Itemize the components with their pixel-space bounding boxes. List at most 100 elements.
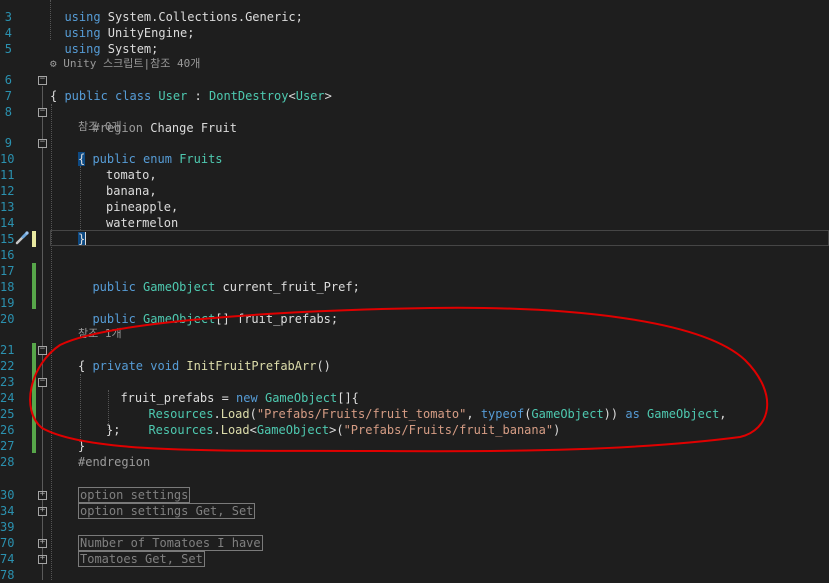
region-directive: #endregion: [78, 455, 151, 469]
brace: };: [106, 423, 121, 437]
codelens-references[interactable]: 참조 0개: [78, 119, 122, 135]
fold-minus-icon[interactable]: −: [38, 138, 47, 148]
line-number: 26: [0, 423, 15, 437]
punct: (): [316, 359, 331, 373]
brace: }: [78, 439, 86, 453]
code-line-26[interactable]: };: [106, 422, 120, 438]
collapsed-region-label[interactable]: option settings Get, Set: [78, 503, 256, 519]
code-line-11[interactable]: tomato,: [106, 167, 157, 183]
region-name: Change Fruit: [150, 121, 237, 135]
code-line-4[interactable]: using System;: [50, 25, 158, 57]
type-name: User: [295, 89, 325, 103]
fold-minus-icon[interactable]: −: [38, 107, 47, 117]
line-number: 16: [0, 248, 15, 262]
line-number: 11: [0, 168, 15, 182]
line-number: 12: [0, 184, 15, 198]
keyword: private: [92, 359, 144, 373]
change-bar-yellow: [32, 231, 36, 247]
type-name: DontDestroy: [209, 89, 289, 103]
punct: .: [213, 423, 221, 437]
line-number: 7: [4, 89, 12, 103]
enum-member: tomato,: [106, 168, 157, 182]
code-line-10[interactable]: {: [78, 151, 86, 167]
code-line-14[interactable]: watermelon: [106, 215, 178, 231]
line-number: 22: [0, 359, 15, 373]
fold-minus-icon[interactable]: −: [38, 75, 47, 85]
fold-plus-icon[interactable]: +: [38, 506, 47, 516]
keyword: as: [625, 407, 640, 421]
codelens-references[interactable]: 참조 1개: [78, 326, 122, 342]
fold-plus-icon[interactable]: +: [38, 538, 47, 548]
punct: :: [187, 89, 209, 103]
code-line-28[interactable]: #endregion: [78, 454, 150, 470]
fold-minus-icon[interactable]: −: [38, 377, 47, 387]
punct: ,: [719, 407, 727, 421]
code-line-25[interactable]: Resources.Load<GameObject>("Prefabs/Frui…: [134, 406, 560, 438]
line-number: 14: [0, 216, 15, 230]
line-number: 39: [0, 520, 15, 534]
line-number: 17: [0, 264, 15, 278]
keyword: void: [150, 359, 180, 373]
field-name: [] fruit_prefabs;: [215, 312, 339, 326]
code-line-17[interactable]: public GameObject current_fruit_Pref;: [78, 263, 359, 295]
fold-plus-icon[interactable]: +: [38, 490, 47, 500]
code-line-22[interactable]: {: [78, 358, 85, 374]
line-number: 70: [0, 536, 15, 550]
code-line-7[interactable]: {: [50, 88, 57, 104]
collapsed-region[interactable]: Number of Tomatoes I have: [78, 535, 263, 551]
line-number: 15: [0, 232, 15, 246]
string-literal: "Prefabs/Fruits/fruit_banana": [343, 423, 554, 437]
line-number: 18: [0, 280, 15, 294]
code-line-19[interactable]: public GameObject[] fruit_prefabs;: [78, 295, 338, 327]
line-number: 13: [0, 200, 15, 214]
method-name: InitFruitPrefabArr: [186, 359, 317, 373]
code-line-13[interactable]: pineapple,: [106, 199, 178, 215]
code-line-27[interactable]: }: [78, 438, 85, 454]
line-number: 8: [4, 105, 12, 119]
line-number: 20: [0, 312, 15, 326]
line-number: 25: [0, 407, 15, 421]
collapsed-region-label[interactable]: option settings: [78, 487, 191, 503]
line-number: 23: [0, 375, 15, 389]
line-number: 19: [0, 296, 15, 310]
indent-guide: [80, 166, 81, 230]
type-name: Resources: [148, 423, 214, 437]
current-line-highlight: [50, 230, 829, 246]
collapsed-region-label[interactable]: Number of Tomatoes I have: [78, 535, 263, 551]
type-name: GameObject: [143, 312, 216, 326]
brace: {: [78, 359, 86, 373]
type-name: GameObject: [143, 280, 216, 294]
collapsed-region-label[interactable]: Tomatoes Get, Set: [78, 551, 205, 567]
screwdriver-brush-icon[interactable]: [14, 230, 30, 246]
punct: <: [288, 89, 296, 103]
enum-member: banana,: [106, 184, 157, 198]
keyword: enum: [143, 152, 172, 166]
code-line-6[interactable]: public class User : DontDestroy<User>: [50, 72, 331, 104]
enum-member: watermelon: [106, 216, 179, 230]
fold-minus-icon[interactable]: −: [38, 345, 47, 355]
punct: ): [553, 423, 561, 437]
code-line-12[interactable]: banana,: [106, 183, 157, 199]
code-line-21[interactable]: private void InitFruitPrefabArr(): [78, 342, 331, 374]
codelens-unity-references[interactable]: ⚙ Unity 스크립트|참조 40개: [50, 56, 200, 72]
keyword: using: [64, 42, 101, 56]
line-number: 74: [0, 552, 15, 566]
line-number: 4: [4, 26, 12, 40]
change-bar: [32, 343, 36, 453]
code-line-9[interactable]: public enum Fruits: [78, 135, 222, 167]
fold-plus-icon[interactable]: +: [38, 554, 47, 564]
collapsed-region[interactable]: option settings: [78, 487, 191, 503]
line-number: 27: [0, 439, 15, 453]
line-number: 24: [0, 391, 15, 405]
type-name: GameObject: [647, 407, 720, 421]
line-number: 5: [4, 42, 12, 56]
collapsed-region[interactable]: option settings Get, Set: [78, 503, 256, 519]
keyword: class: [115, 89, 152, 103]
line-number: 30: [0, 488, 15, 502]
punct: )): [603, 407, 626, 421]
collapsed-region[interactable]: Tomatoes Get, Set: [78, 551, 205, 567]
